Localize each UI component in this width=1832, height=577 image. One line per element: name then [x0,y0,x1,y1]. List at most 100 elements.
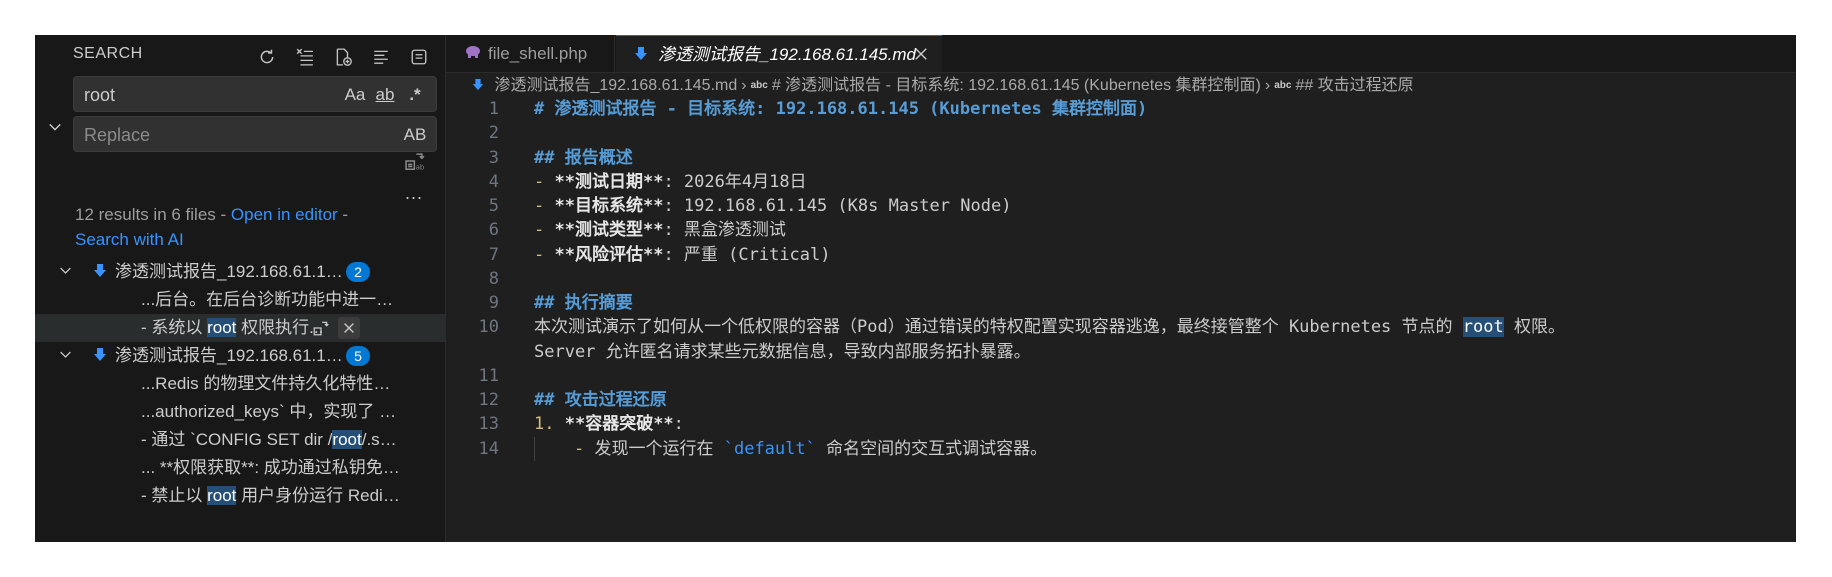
search-with-ai-link[interactable]: Search with AI [75,230,184,249]
breadcrumb-file[interactable]: 渗透测试报告_192.168.61.145.md [494,77,737,94]
line-number: 9 [488,293,499,313]
line-number: 11 [478,365,499,386]
toggle-replace-chevron-icon[interactable] [45,117,65,137]
line-number: 3 [488,147,499,168]
line-number: 2 [488,123,499,144]
line-number: 14 [478,438,499,459]
line-text: - **测试日期**: 2026年4月18日 [534,171,807,192]
code-line: 2 [446,121,1796,145]
results-count-text: 12 results in 6 files - [75,205,231,224]
line-text: ## 执行摘要 [534,293,633,313]
line-number: 12 [478,390,499,410]
code-line: 3 ## 报告概述 [446,146,1796,170]
code-line: 9 ## 执行摘要 [446,291,1796,315]
results-tree: 渗透测试报告_192.168.61.137.... 2 ...后台。在后台诊断功… [35,258,445,510]
match-case-toggle[interactable]: Aa [342,83,368,107]
code-line: 14 - 发现一个运行在 `default` 命名空间的交互式调试容器。 [446,436,1796,461]
breadcrumb-heading-1[interactable]: # 渗透测试报告 - 目标系统: 192.168.61.145 (Kuberne… [772,77,1261,94]
search-field: Aa ab .* [73,76,437,113]
line-text: ## 报告概述 [534,147,633,168]
code-editor[interactable]: 1 # 渗透测试报告 - 目标系统: 192.168.61.145 (Kubern… [446,97,1796,542]
code-line: 8 [446,267,1796,291]
result-file-name: 渗透测试报告_192.168.61.137.... [115,262,345,281]
match-row[interactable]: ...authorized_keys` 中，实现了 Linu... [35,398,445,426]
new-search-editor-icon[interactable] [329,43,357,71]
line-number: 10 [478,317,499,338]
match-text: ... **权限获取**: 成功通过私钥免密... [141,458,403,477]
line-number: 5 [488,196,499,216]
match-highlight: root [1462,317,1504,338]
match-highlight: root [207,318,237,337]
clear-results-icon[interactable] [291,43,319,71]
tab-report-md[interactable]: 渗透测试报告_192.168.61.145.md [616,35,942,72]
markdown-file-icon [634,36,648,73]
php-elephant-icon [464,35,482,72]
result-file-name: 渗透测试报告_192.168.61.140.... [115,346,345,365]
code-line: 10 本次测试演示了如何从一个低权限的容器（Pod）通过错误的特权配置实现容器逃逸… [446,315,1796,339]
code-line: 13 1. **容器突破**: [446,412,1796,436]
match-text: - 通过 `CONFIG SET dir /root/.ssh/` ... [141,430,403,449]
replace-all-icon[interactable]: ab [400,146,430,176]
summary-separator: - [337,205,349,224]
search-input[interactable] [82,77,316,113]
code-line: 4 - **测试日期**: 2026年4月18日 [446,170,1796,194]
close-icon[interactable] [914,36,928,73]
refresh-icon[interactable] [253,43,281,71]
line-text: - **目标系统**: 192.168.61.145 (K8s Master N… [534,196,1012,216]
whole-word-toggle[interactable]: ab [372,83,398,107]
code-line: 7 - **风险评估**: 严重 (Critical) [446,243,1796,267]
tab-file-shell-php[interactable]: file_shell.php [446,35,615,72]
markdown-file-icon [472,77,494,94]
match-highlight: root [207,486,237,505]
search-options: Aa ab .* [342,83,428,107]
match-text: ...Redis 的物理文件持久化特性，成... [141,374,403,393]
replace-match-icon[interactable] [310,317,332,339]
match-row[interactable]: ... **权限获取**: 成功通过私钥免密... [35,454,445,482]
chevron-down-icon[interactable] [59,258,75,286]
line-number: 1 [488,99,499,119]
match-row[interactable]: ...Redis 的物理文件持久化特性，成... [35,370,445,398]
tab-label: 渗透测试报告_192.168.61.145.md [658,45,916,64]
dismiss-match-icon[interactable] [338,317,360,339]
match-count-badge: 5 [346,346,370,366]
markdown-file-icon [93,258,107,286]
match-count-badge: 2 [346,262,370,282]
line-text: - **风险评估**: 严重 (Critical) [534,244,831,265]
code-line: 1 # 渗透测试报告 - 目标系统: 192.168.61.145 (Kubern… [446,97,1796,121]
match-highlight: root [332,430,362,449]
svg-text:ab: ab [416,163,425,171]
code-line-wrap: Server 允许匿名请求某些元数据信息，导致内部服务拓扑暴露。 [446,340,1796,364]
replace-field: AB [73,116,437,153]
match-row[interactable]: - 通过 `CONFIG SET dir /root/.ssh/` ... [35,426,445,454]
results-summary: 12 results in 6 files - Open in editor -… [75,202,430,252]
match-row[interactable]: ...后台。在后台诊断功能中进一步... [35,286,445,314]
breadcrumb-separator-icon: › [1264,77,1271,94]
editor-area: file_shell.php 渗透测试报告_192.168.61.145.md … [446,35,1796,542]
result-file-row[interactable]: 渗透测试报告_192.168.61.137.... 2 [35,258,445,286]
result-file-row[interactable]: 渗透测试报告_192.168.61.140.... 5 [35,342,445,370]
line-text: 1. **容器突破**: [534,414,684,435]
panel-title: SEARCH [73,45,143,62]
view-as-tree-icon[interactable] [405,43,433,71]
collapse-all-icon[interactable] [367,43,395,71]
regex-toggle[interactable]: .* [402,83,428,107]
preserve-case-toggle[interactable]: AB [402,123,428,147]
more-options-toggle[interactable]: ... [405,183,423,204]
replace-input[interactable] [82,117,316,153]
code-line: 6 - **测试类型**: 黑盒渗透测试 [446,218,1796,242]
line-text: Server 允许匿名请求某些元数据信息，导致内部服务拓扑暴露。 [534,341,1031,362]
line-number: 13 [478,414,499,435]
match-row[interactable]: - 系统以 root 权限执行... [35,314,445,342]
line-text: - 发现一个运行在 `default` 命名空间的交互式调试容器。 [574,438,1048,459]
open-in-editor-link[interactable]: Open in editor [231,205,338,224]
breadcrumb-heading-2[interactable]: ## 攻击过程还原 [1295,77,1413,94]
match-row[interactable]: - 禁止以 root 用户身份运行 Redis... [35,482,445,510]
breadcrumb: 渗透测试报告_192.168.61.145.md › abc # 渗透测试报告 - 目… [472,73,1414,99]
chevron-down-icon[interactable] [59,342,75,370]
match-text: - 禁止以 root 用户身份运行 Redis... [141,486,403,505]
line-text: - **测试类型**: 黑盒渗透测试 [534,220,786,241]
tab-label: file_shell.php [488,44,588,63]
search-panel: SEARCH Aa ab [35,35,446,542]
line-text: # 渗透测试报告 - 目标系统: 192.168.61.145 (Kuberne… [534,99,1148,119]
line-number: 8 [488,268,499,289]
